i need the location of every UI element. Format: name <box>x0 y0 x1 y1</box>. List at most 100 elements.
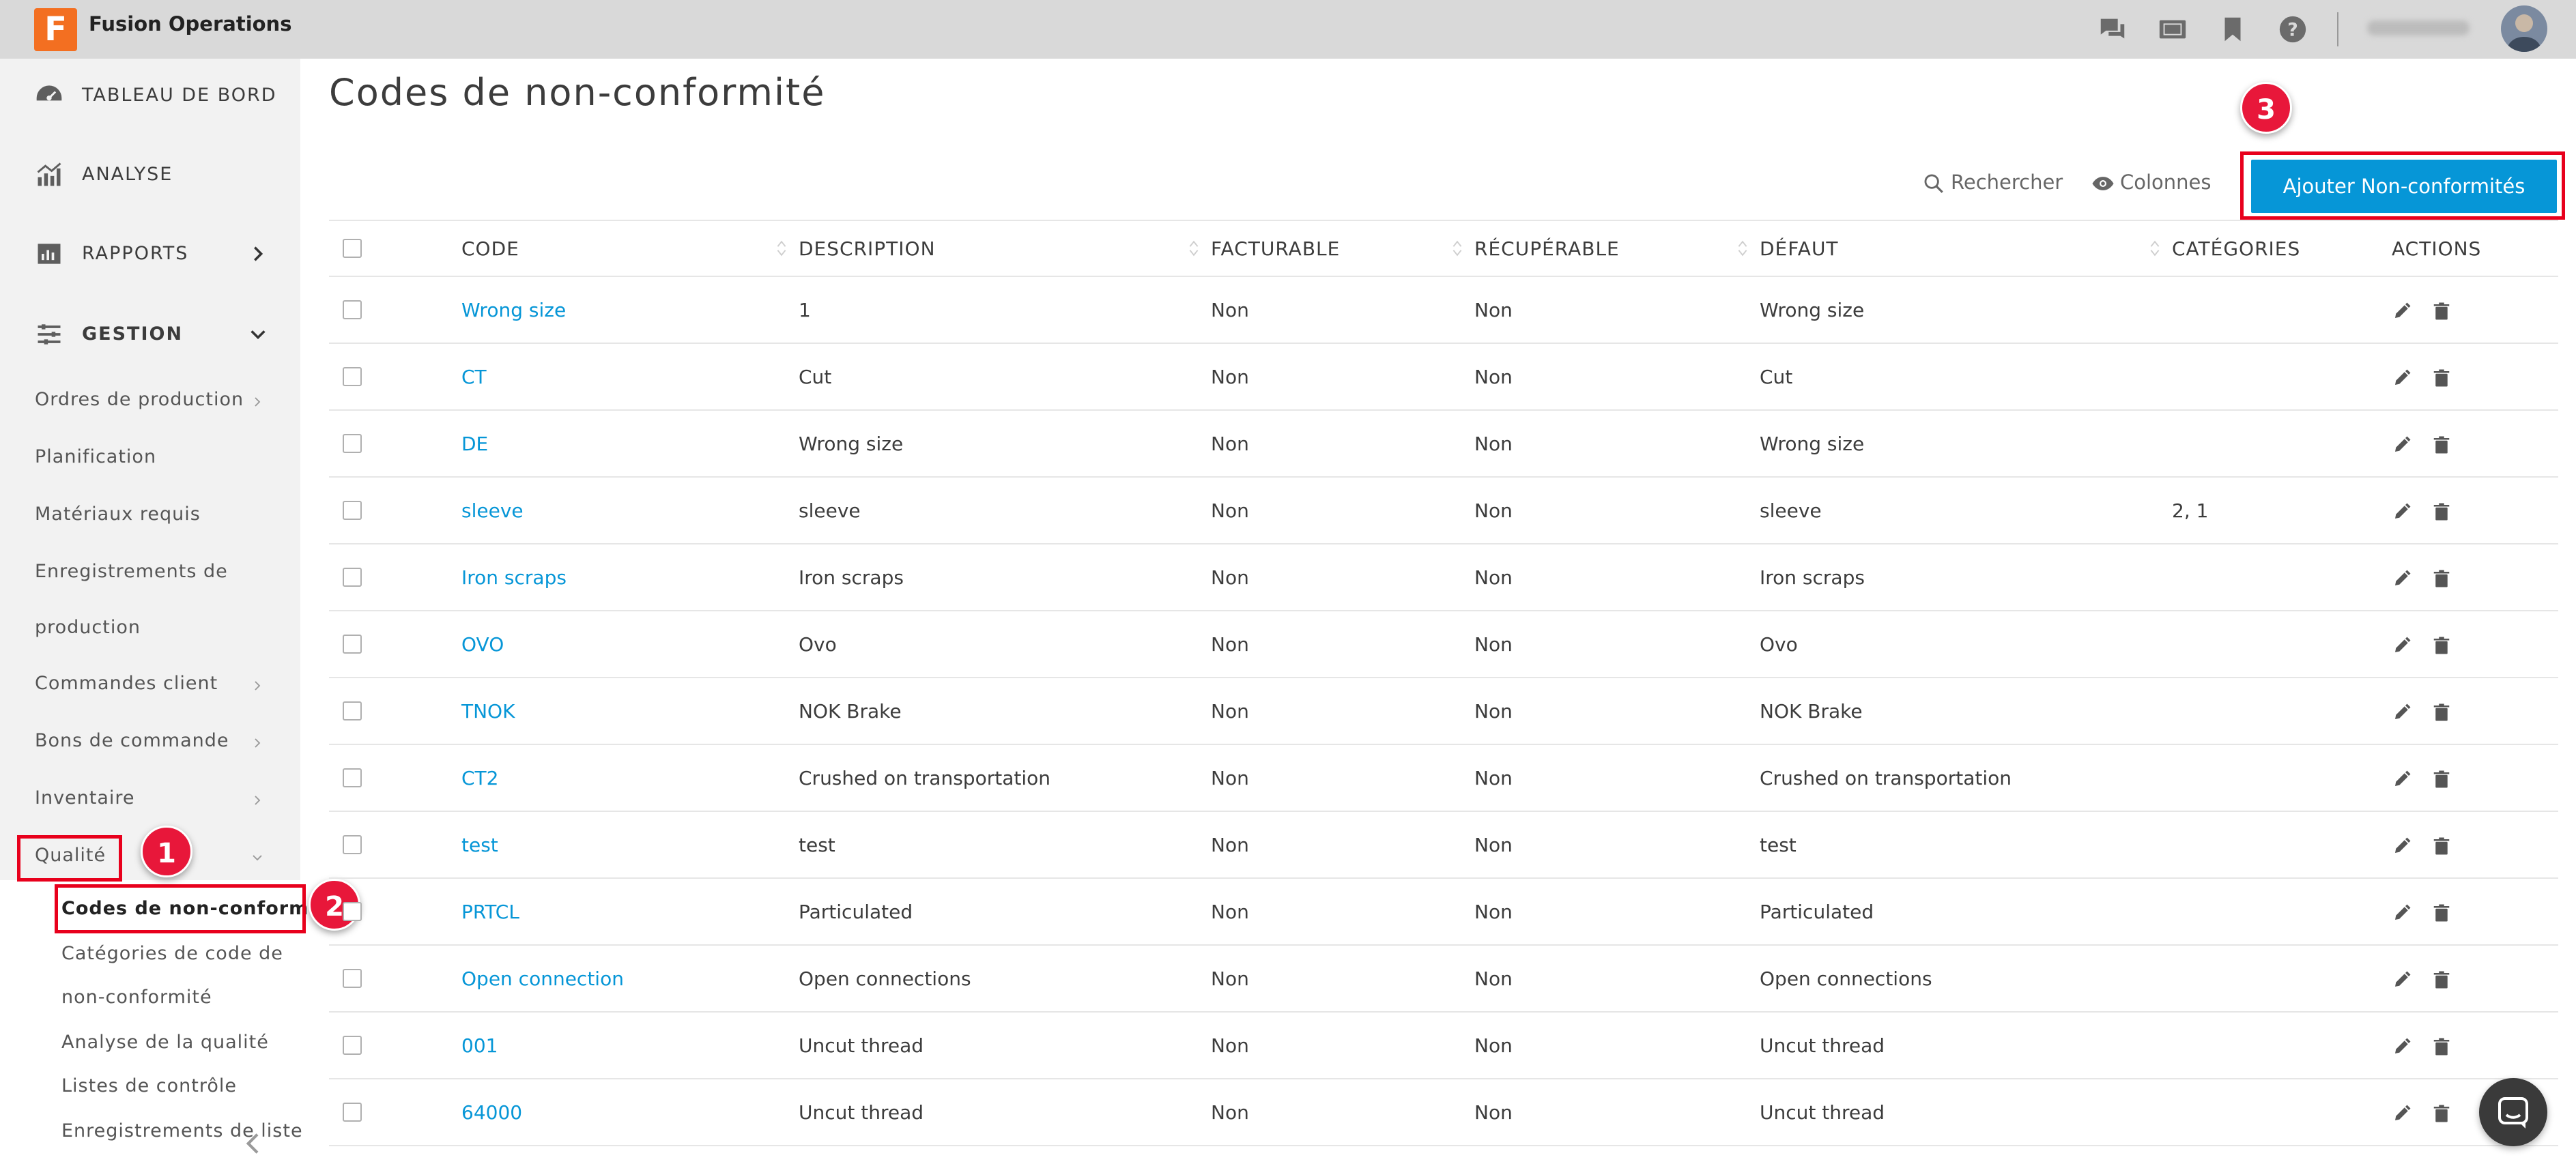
row-checkbox[interactable] <box>343 568 362 587</box>
trash-icon[interactable] <box>2431 301 2452 321</box>
table-row[interactable]: CT Cut Non Non Cut <box>329 343 2558 411</box>
table-row[interactable]: sleeve sleeve Non Non sleeve 2, 1 <box>329 477 2558 544</box>
table-row[interactable]: PRTCL Particulated Non Non Particulated <box>329 878 2558 946</box>
table-row[interactable]: test test Non Non test <box>329 811 2558 879</box>
nav-production-records[interactable]: Enregistrements de <box>35 561 228 582</box>
tablet-icon[interactable] <box>2157 14 2188 45</box>
trash-icon[interactable] <box>2431 1036 2452 1057</box>
code-link[interactable]: CT <box>461 366 487 388</box>
row-checkbox[interactable] <box>343 635 362 654</box>
cell-code[interactable]: OVO <box>461 611 799 678</box>
code-link[interactable]: PRTCL <box>461 901 519 923</box>
trash-icon[interactable] <box>2431 769 2452 789</box>
cell-code[interactable]: DE <box>461 410 799 478</box>
col-header-billable[interactable]: FACTURABLE <box>1211 220 1474 277</box>
edit-icon[interactable] <box>2392 368 2412 388</box>
help-icon[interactable]: ? <box>2277 14 2308 45</box>
nav-production-orders[interactable]: Ordres de production <box>35 389 244 410</box>
nav-nc-categories-line2[interactable]: non-conformité <box>61 987 212 1008</box>
edit-icon[interactable] <box>2392 970 2412 990</box>
col-header-code[interactable]: CODE <box>461 220 799 277</box>
nav-nc-categories[interactable]: Catégories de code de <box>61 943 283 964</box>
cell-code[interactable]: 64000 <box>461 1079 799 1146</box>
col-header-defect[interactable]: DÉFAUT <box>1760 220 2172 277</box>
nav-reports[interactable]: RAPPORTS <box>0 227 300 281</box>
trash-icon[interactable] <box>2431 635 2452 656</box>
edit-icon[interactable] <box>2392 1103 2412 1124</box>
row-checkbox[interactable] <box>343 1036 362 1055</box>
nav-analysis[interactable]: ANALYSE <box>0 147 300 202</box>
edit-icon[interactable] <box>2392 769 2412 789</box>
cell-code[interactable]: CT2 <box>461 744 799 812</box>
search-button[interactable]: Rechercher <box>1924 171 2063 194</box>
add-nonconformity-button[interactable]: Ajouter Non-conformités <box>2251 160 2557 213</box>
code-link[interactable]: Wrong size <box>461 299 566 321</box>
cell-code[interactable]: Iron scraps <box>461 544 799 611</box>
row-checkbox[interactable] <box>343 701 362 721</box>
code-link[interactable]: Iron scraps <box>461 566 567 589</box>
code-link[interactable]: OVO <box>461 633 504 656</box>
row-checkbox[interactable] <box>343 501 362 520</box>
cell-code[interactable]: 001 <box>461 1012 799 1079</box>
cell-code[interactable]: PRTCL <box>461 878 799 946</box>
cell-code[interactable]: TNOK <box>461 678 799 745</box>
trash-icon[interactable] <box>2431 836 2452 856</box>
table-row[interactable]: 64000 Uncut thread Non Non Uncut thread <box>329 1079 2558 1146</box>
edit-icon[interactable] <box>2392 836 2412 856</box>
nav-inventory[interactable]: Inventaire <box>35 787 135 809</box>
code-link[interactable]: TNOK <box>461 700 515 723</box>
select-all-checkbox[interactable] <box>343 239 362 258</box>
cell-code[interactable]: test <box>461 811 799 879</box>
trash-icon[interactable] <box>2431 903 2452 923</box>
code-link[interactable]: 64000 <box>461 1101 522 1124</box>
edit-icon[interactable] <box>2392 435 2412 455</box>
code-link[interactable]: CT2 <box>461 767 498 789</box>
table-row[interactable]: Iron scraps Iron scraps Non Non Iron scraps <box>329 544 2558 611</box>
cell-code[interactable]: sleeve <box>461 477 799 544</box>
edit-icon[interactable] <box>2392 903 2412 923</box>
nav-dashboard[interactable]: TABLEAU DE BORD <box>0 68 300 123</box>
collapse-sidebar-icon[interactable] <box>240 1130 268 1157</box>
nav-checklists[interactable]: Listes de contrôle <box>61 1075 237 1096</box>
edit-icon[interactable] <box>2392 702 2412 723</box>
bookmark-icon[interactable] <box>2217 14 2248 45</box>
cell-code[interactable]: Wrong size <box>461 276 799 344</box>
nav-production-records-line2[interactable]: production <box>35 617 141 638</box>
row-checkbox[interactable] <box>343 768 362 787</box>
nav-required-materials[interactable]: Matériaux requis <box>35 504 201 525</box>
trash-icon[interactable] <box>2431 435 2452 455</box>
table-row[interactable]: OVO Ovo Non Non Ovo <box>329 611 2558 678</box>
nav-planning[interactable]: Planification <box>35 446 156 467</box>
table-row[interactable]: Wrong size 1 Non Non Wrong size <box>329 276 2558 344</box>
row-checkbox[interactable] <box>343 434 362 453</box>
table-row[interactable]: DE Wrong size Non Non Wrong size <box>329 410 2558 478</box>
user-avatar[interactable] <box>2501 5 2547 52</box>
trash-icon[interactable] <box>2431 702 2452 723</box>
nav-management[interactable]: GESTION <box>0 307 300 362</box>
chat-icon[interactable] <box>2097 14 2128 45</box>
table-row[interactable]: CT2 Crushed on transportation Non Non Crushe… <box>329 744 2558 812</box>
row-checkbox[interactable] <box>343 367 362 386</box>
trash-icon[interactable] <box>2431 501 2452 522</box>
row-checkbox[interactable] <box>343 1103 362 1122</box>
cell-code[interactable]: CT <box>461 343 799 411</box>
edit-icon[interactable] <box>2392 635 2412 656</box>
trash-icon[interactable] <box>2431 568 2452 589</box>
edit-icon[interactable] <box>2392 501 2412 522</box>
col-header-description[interactable]: DESCRIPTION <box>799 220 1211 277</box>
row-checkbox[interactable] <box>343 300 362 319</box>
nav-client-orders[interactable]: Commandes client <box>35 673 218 694</box>
table-row[interactable]: Open connection Open connections Non Non Ope… <box>329 945 2558 1013</box>
code-link[interactable]: DE <box>461 433 488 455</box>
trash-icon[interactable] <box>2431 368 2452 388</box>
cell-code[interactable]: Open connection <box>461 945 799 1013</box>
trash-icon[interactable] <box>2431 970 2452 990</box>
edit-icon[interactable] <box>2392 1036 2412 1057</box>
row-checkbox[interactable] <box>343 969 362 988</box>
code-link[interactable]: sleeve <box>461 499 524 522</box>
code-link[interactable]: test <box>461 834 498 856</box>
edit-icon[interactable] <box>2392 568 2412 589</box>
table-row[interactable]: 001 Uncut thread Non Non Uncut thread <box>329 1012 2558 1079</box>
col-header-recoverable[interactable]: RÉCUPÉRABLE <box>1474 220 1760 277</box>
code-link[interactable]: Open connection <box>461 967 624 990</box>
